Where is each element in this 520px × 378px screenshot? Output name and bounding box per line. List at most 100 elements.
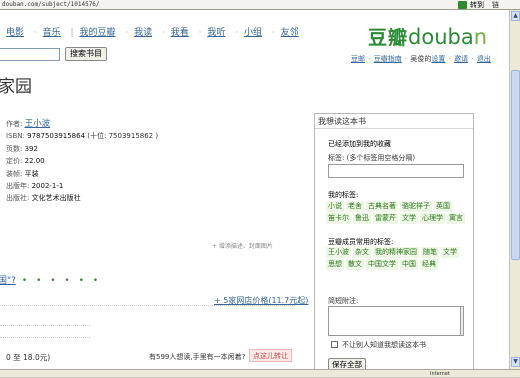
tag-chip[interactable]: 中国: [400, 259, 418, 270]
tag-chip[interactable]: 文学: [441, 247, 459, 258]
added-message: 已经添加到我的收藏: [328, 140, 391, 148]
pubdate-label: 出版年:: [6, 182, 30, 191]
author-label: 作者:: [6, 120, 23, 128]
promo-text: 国"? • • • • • •: [0, 273, 101, 286]
tag-chip[interactable]: 寓言: [447, 213, 465, 224]
tag-chip[interactable]: 王小波: [326, 247, 351, 258]
invite-link[interactable]: 邀请: [454, 55, 468, 63]
want-to-read-panel: 我想读这本书 已经添加到我的收藏 标签: (多个标签用空格分隔) 我的标签: 小…: [314, 113, 474, 369]
search-books-button[interactable]: 搜索书目: [65, 47, 107, 61]
logout-link[interactable]: 退出: [477, 55, 491, 63]
pubdate-row: 出版年: 2002-1-1: [6, 180, 158, 192]
tag-chip[interactable]: 小说: [326, 201, 344, 212]
tag-chip[interactable]: 文学: [400, 213, 418, 224]
page-title: 家园: [0, 77, 32, 97]
nav-separator: ·: [33, 28, 37, 38]
tag-chip[interactable]: 杂文: [353, 247, 371, 258]
promo-link[interactable]: 国"?: [0, 276, 16, 286]
my-tags-list: 小说 老舍 古典名著 骆驼祥子 英国笛卡尔 鲁迅 雷蒙芹 文学 心理学 寓言: [326, 201, 470, 225]
nav-my-douban[interactable]: 我的豆瓣: [79, 28, 115, 38]
nav-separator: |: [70, 28, 74, 38]
panel-header: 我想读这本书: [315, 114, 473, 129]
tag-chip[interactable]: 经典: [420, 259, 438, 270]
note-textarea[interactable]: [328, 306, 461, 336]
status-bar: Internet: [0, 369, 520, 377]
links-toolbar[interactable]: 链: [492, 0, 499, 9]
tag-chip[interactable]: 鲁迅: [353, 213, 371, 224]
tag-chip[interactable]: 随笔: [421, 247, 439, 258]
guide-link[interactable]: 豆瓣指南: [374, 55, 402, 63]
scroll-thumb[interactable]: [511, 70, 520, 260]
nav-separator: ·: [125, 28, 129, 38]
link-separator: ·: [448, 55, 451, 63]
isbn-label: ISBN:: [6, 132, 25, 141]
private-label: 不让别人知道我想读这本书: [342, 341, 426, 349]
tag-chip[interactable]: 笛卡尔: [326, 213, 351, 224]
go-button[interactable]: 转到: [470, 0, 484, 9]
my-tags-title: 我的标签:: [328, 191, 359, 199]
wanters-text: 有599人想读,手里有一本闲着?: [149, 353, 246, 361]
note-scrollbar[interactable]: [461, 306, 464, 336]
nav-groups[interactable]: 小组: [244, 28, 262, 38]
binding-label: 装帧:: [6, 169, 23, 178]
pages-row: 页数: 392: [6, 143, 158, 155]
link-separator: ·: [368, 55, 371, 63]
author-row: 作者: 王小波: [6, 118, 158, 130]
price-row: 定价: 22.00: [6, 155, 158, 167]
tag-chip[interactable]: 思想: [326, 259, 344, 270]
isbn-row: ISBN: 9787503915864 (十位: 7503915862 ): [6, 130, 158, 142]
address-bar: douban.com/subject/1014576/ 转到 链: [0, 0, 520, 10]
nav-friends[interactable]: 友邻: [281, 28, 299, 38]
pubdate-value: 2002-1-1: [31, 182, 64, 191]
web-page: 电影 · 音乐 | 我的豆瓣 · 我读 · 我看 · 我听 · 小组 · 友邻 …: [0, 10, 509, 369]
tag-chip[interactable]: 我的精神家园: [373, 247, 419, 258]
nav-separator: ·: [271, 28, 275, 38]
nav-music[interactable]: 音乐: [43, 28, 61, 38]
private-checkbox[interactable]: [331, 341, 338, 348]
go-arrow-icon[interactable]: [458, 1, 467, 9]
logo-english-part1: douba: [408, 25, 474, 49]
tag-chip[interactable]: 心理学: [420, 213, 445, 224]
note-label: 简短附注:: [328, 297, 359, 305]
book-info: 作者: 王小波 ISBN: 9787503915864 (十位: 7503915…: [6, 118, 158, 205]
common-tags-title: 豆瓣成员常用的标签:: [328, 238, 394, 246]
link-separator: ·: [471, 55, 474, 63]
tag-chip[interactable]: 古典名著: [366, 201, 398, 212]
nav-movie[interactable]: 电影: [6, 28, 24, 38]
tags-input[interactable]: [328, 164, 464, 178]
binding-row: 装帧: 平装: [6, 168, 158, 180]
tag-chip[interactable]: 英国: [434, 201, 452, 212]
logo-english-part2: n: [473, 25, 488, 49]
transfer-button[interactable]: 点这儿转让: [249, 349, 292, 362]
isbn-value: 9787503915864: [27, 132, 86, 141]
save-all-button[interactable]: 保存全部: [328, 358, 366, 369]
publisher-row: 出版社: 文化艺术出版社: [6, 192, 158, 204]
logo-english: douban: [408, 25, 487, 49]
tags-label: 标签: (多个标签用空格分隔): [328, 154, 416, 162]
settings-link[interactable]: 设置: [431, 55, 445, 63]
nav-separator: ·: [161, 28, 165, 38]
logo-chinese: 豆瓣: [368, 27, 409, 49]
tag-chip[interactable]: 雷蒙芹: [373, 213, 398, 224]
pages-value: 392: [24, 144, 38, 153]
doumail-link[interactable]: 豆邮: [351, 55, 365, 63]
add-cover-link[interactable]: + 增添描述、封面图片: [212, 241, 273, 250]
scroll-up-icon[interactable]: ▲: [511, 11, 520, 21]
tag-chip[interactable]: 中国文学: [366, 259, 398, 270]
link-separator: ·: [404, 55, 408, 63]
douban-logo[interactable]: 豆瓣douban: [368, 23, 487, 53]
tag-chip[interactable]: 骆驼祥子: [400, 201, 432, 212]
author-link[interactable]: 王小波: [25, 119, 51, 129]
divider: [0, 337, 90, 338]
nav-my-reading[interactable]: 我读: [134, 28, 152, 38]
scroll-down-icon[interactable]: ▼: [511, 357, 520, 367]
search-input[interactable]: [0, 48, 60, 61]
nav-my-listening[interactable]: 我听: [207, 28, 225, 38]
tag-chip[interactable]: 散文: [346, 259, 364, 270]
nav-my-watching[interactable]: 我看: [171, 28, 189, 38]
divider: [0, 325, 90, 326]
tag-chip[interactable]: 老舍: [346, 201, 364, 212]
user-name: 吴俊的: [410, 55, 432, 63]
url-field[interactable]: douban.com/subject/1014576/: [2, 0, 100, 9]
page-scrollbar[interactable]: ▲ ▼: [509, 10, 520, 369]
